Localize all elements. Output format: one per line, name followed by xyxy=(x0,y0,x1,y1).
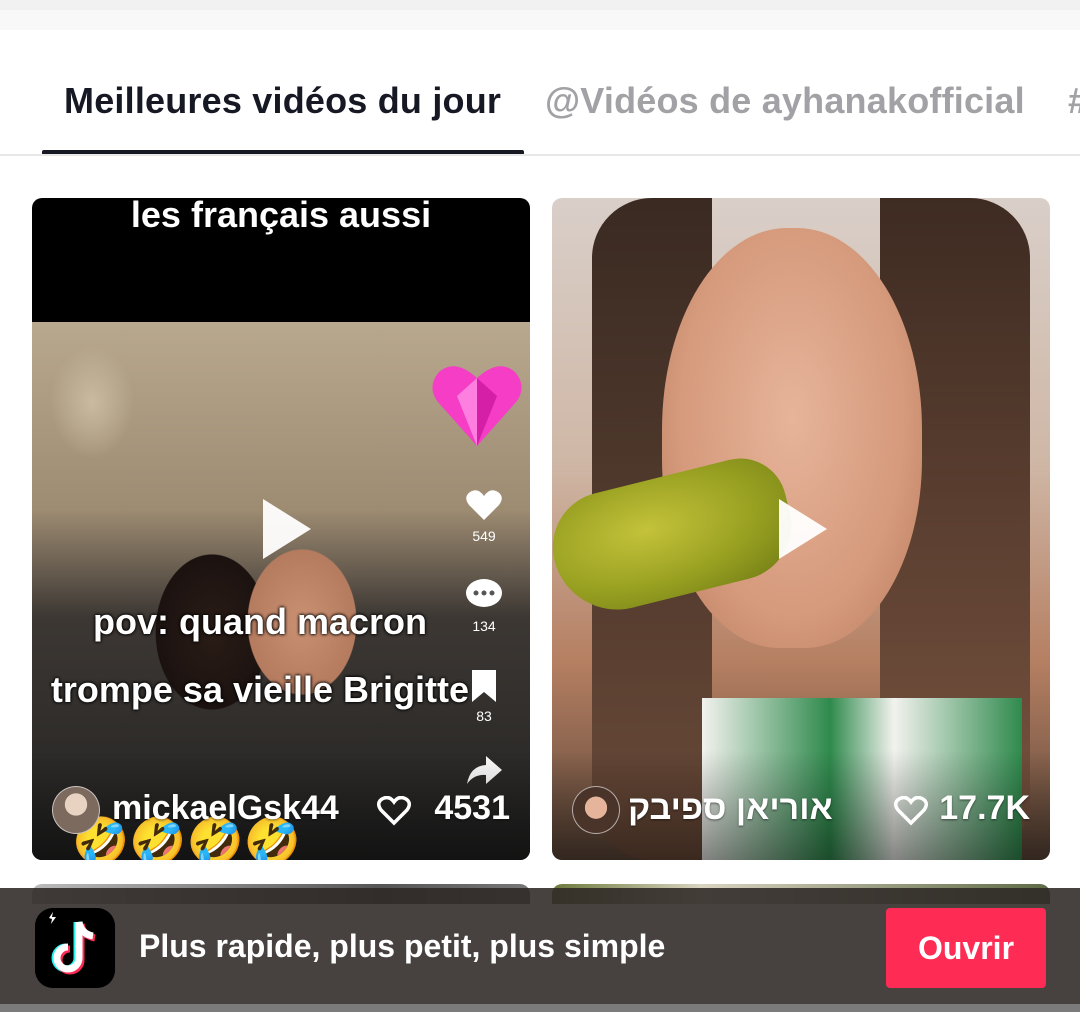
tab-hashtag[interactable]: # xyxy=(1068,80,1080,122)
video-card[interactable]: אוריאן ספיבק 17.7K xyxy=(552,198,1050,860)
avatar[interactable] xyxy=(572,786,620,834)
video-card[interactable]: les français aussi 549 134 83 pov: quand… xyxy=(32,198,530,860)
top-status-strip xyxy=(0,0,1080,30)
video-meta: אוריאן ספיבק 17.7K xyxy=(572,786,1032,834)
avatar[interactable] xyxy=(52,786,100,834)
banner-text: Plus rapide, plus petit, plus simple xyxy=(139,928,666,964)
play-icon[interactable] xyxy=(779,499,827,559)
like-count: 17.7K xyxy=(939,789,1030,827)
tiktok-logo-icon[interactable] xyxy=(35,908,115,988)
play-icon[interactable] xyxy=(263,499,311,559)
heart-icon xyxy=(466,490,502,520)
open-app-button[interactable]: Ouvrir xyxy=(886,908,1046,988)
open-app-banner: Plus rapide, plus petit, plus simple Ouv… xyxy=(0,888,1080,1012)
bottom-edge xyxy=(0,1004,1080,1012)
like-count-small: 549 xyxy=(472,528,496,544)
heart-icon xyxy=(377,796,411,826)
tab-creator-videos[interactable]: @Vidéos de ayhanakofficial xyxy=(545,80,1025,122)
active-tab-underline xyxy=(42,150,524,154)
video-caption-top: les français aussi xyxy=(130,198,432,235)
tab-bar: Meilleures vidéos du jour @Vidéos de ayh… xyxy=(0,30,1080,156)
top-strip-inner xyxy=(0,10,1080,30)
heart-icon xyxy=(894,796,928,826)
username[interactable]: mickaelGsk44 xyxy=(112,789,339,828)
heart-sticker-icon xyxy=(432,366,522,446)
video-meta: mickaelGsk44 4531 xyxy=(52,786,512,834)
username[interactable]: אוריאן ספיבק xyxy=(628,789,833,828)
like-count: 4531 xyxy=(434,789,510,827)
tab-top-videos[interactable]: Meilleures vidéos du jour xyxy=(64,80,501,122)
video-caption-main: pov: quand macron trompe sa vieille Brig… xyxy=(50,601,470,710)
